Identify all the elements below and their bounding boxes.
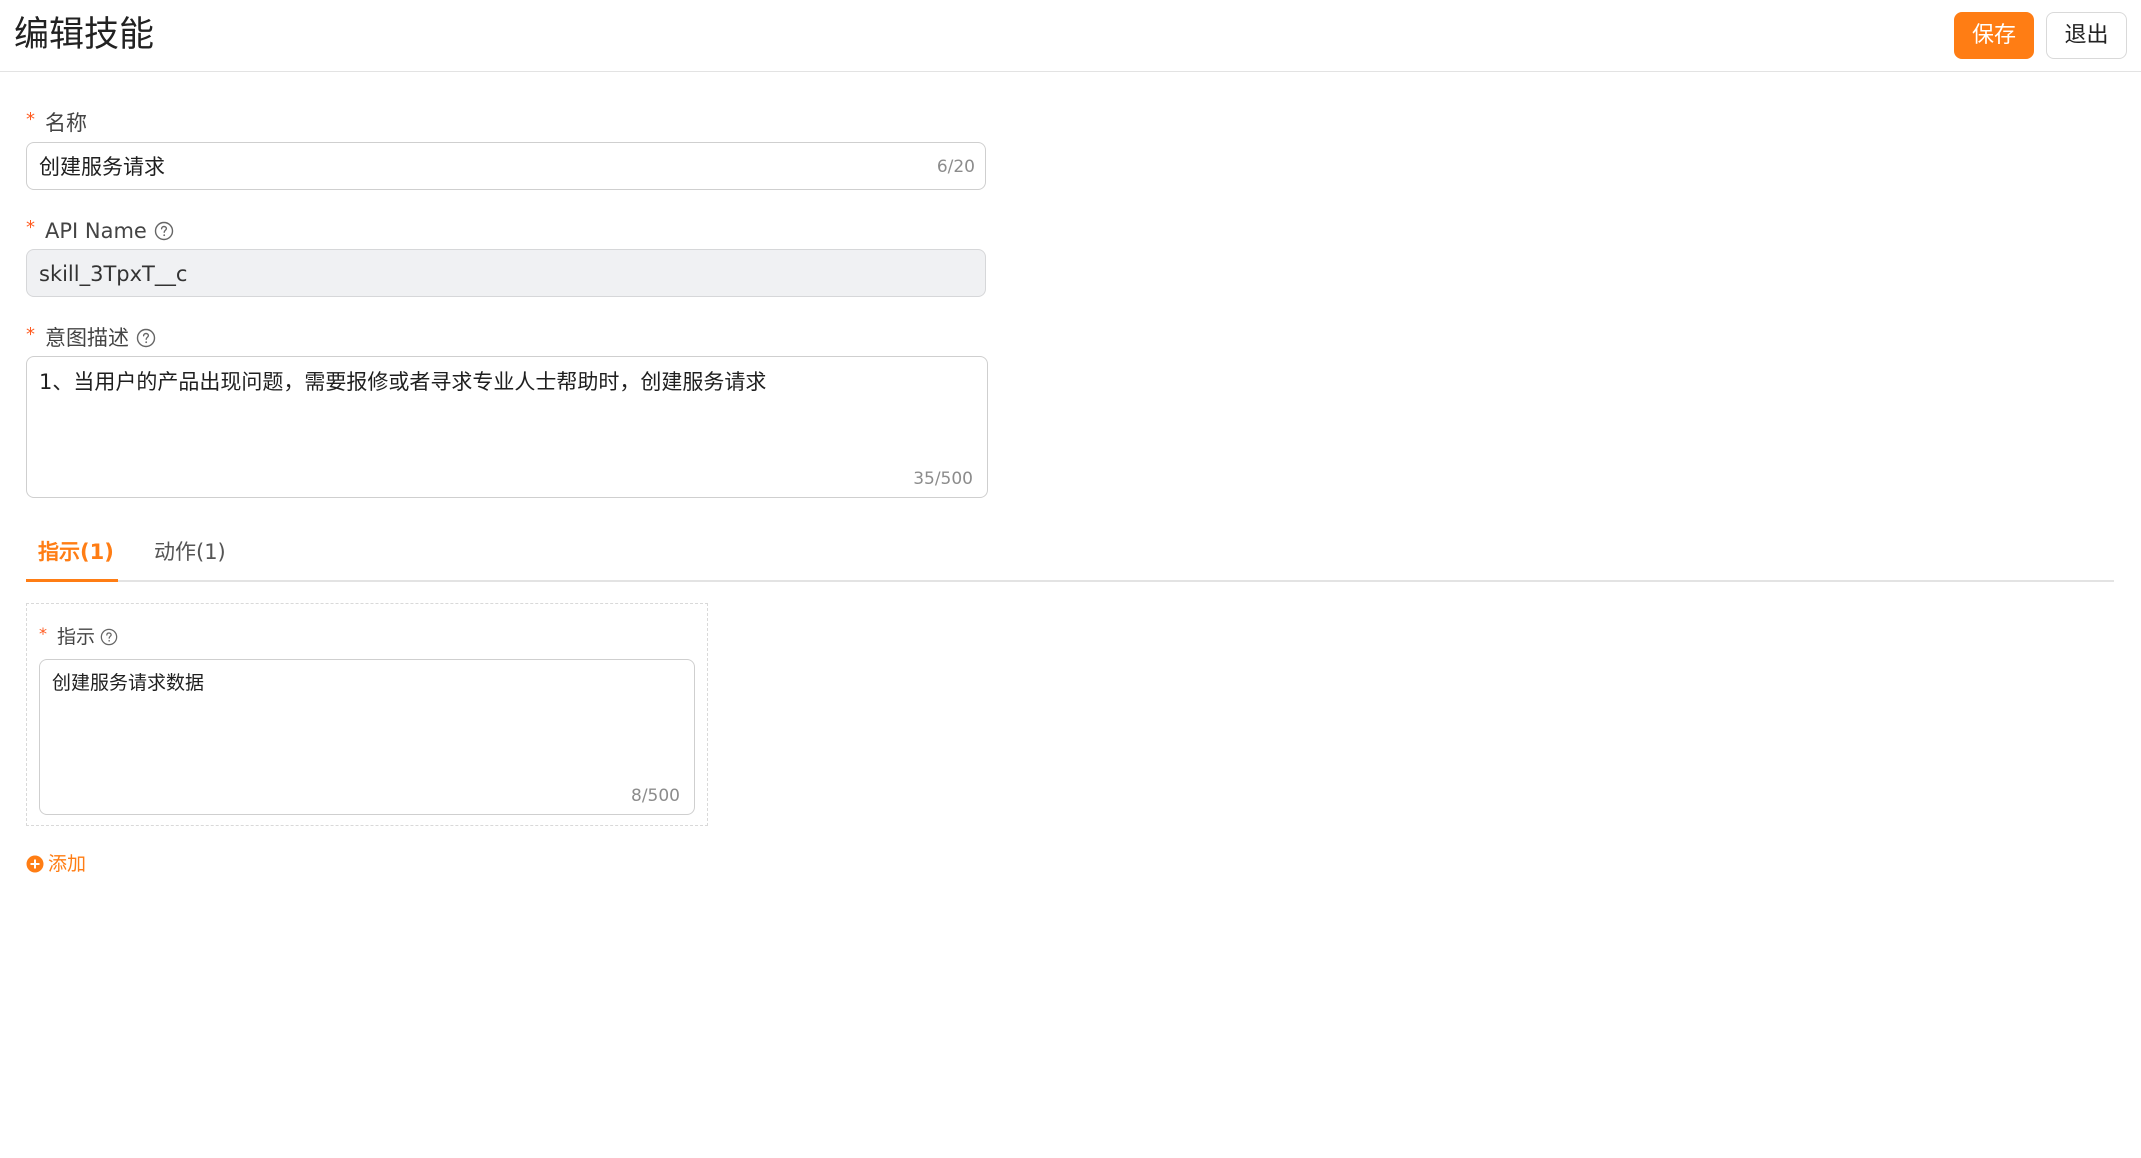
help-icon[interactable]	[136, 328, 156, 348]
tab-bar: 指示(1) 动作(1)	[26, 528, 2114, 582]
name-label-row: * 名称	[26, 109, 87, 137]
save-button[interactable]: 保存	[1954, 12, 2034, 59]
page-header: 编辑技能 保存 退出	[0, 0, 2141, 72]
name-label: 名称	[45, 111, 87, 135]
tab-instructions[interactable]: 指示(1)	[38, 538, 114, 566]
instruction-label-row: * 指示	[39, 624, 118, 650]
required-mark: *	[26, 217, 35, 238]
add-label: 添加	[48, 853, 87, 875]
name-input[interactable]: 创建服务请求 6/20	[26, 142, 986, 190]
plus-circle-icon	[26, 855, 44, 873]
api-name-label-row: * API Name	[26, 217, 174, 245]
api-name-input-value: skill_3TpxT__c	[39, 262, 188, 286]
instruction-textarea[interactable]: 创建服务请求数据 8/500	[39, 659, 695, 815]
help-icon[interactable]	[154, 221, 174, 241]
tab-actions[interactable]: 动作(1)	[154, 538, 226, 566]
help-icon[interactable]	[100, 628, 118, 646]
required-mark: *	[26, 109, 35, 130]
api-name-label: API Name	[45, 219, 147, 243]
intent-textarea[interactable]: 1、当用户的产品出现问题，需要报修或者寻求专业人士帮助时，创建服务请求 35/5…	[26, 356, 988, 498]
instruction-textarea-value: 创建服务请求数据	[52, 672, 205, 694]
name-input-value: 创建服务请求	[39, 155, 165, 179]
add-instruction-button[interactable]: 添加	[26, 851, 86, 877]
required-mark: *	[39, 624, 47, 643]
exit-button[interactable]: 退出	[2046, 12, 2127, 59]
active-tab-indicator	[26, 579, 118, 582]
instruction-card: * 指示 创建服务请求数据 8/500	[26, 603, 708, 826]
instruction-label: 指示	[57, 626, 96, 648]
page-title: 编辑技能	[14, 15, 155, 55]
intent-label: 意图描述	[45, 326, 129, 350]
instruction-char-counter: 8/500	[631, 786, 680, 806]
intent-char-counter: 35/500	[913, 469, 973, 489]
api-name-input: skill_3TpxT__c	[26, 249, 986, 297]
name-char-counter: 6/20	[936, 157, 975, 177]
required-mark: *	[26, 324, 35, 345]
intent-textarea-value: 1、当用户的产品出现问题，需要报修或者寻求专业人士帮助时，创建服务请求	[39, 370, 767, 394]
intent-label-row: * 意图描述	[26, 324, 156, 352]
